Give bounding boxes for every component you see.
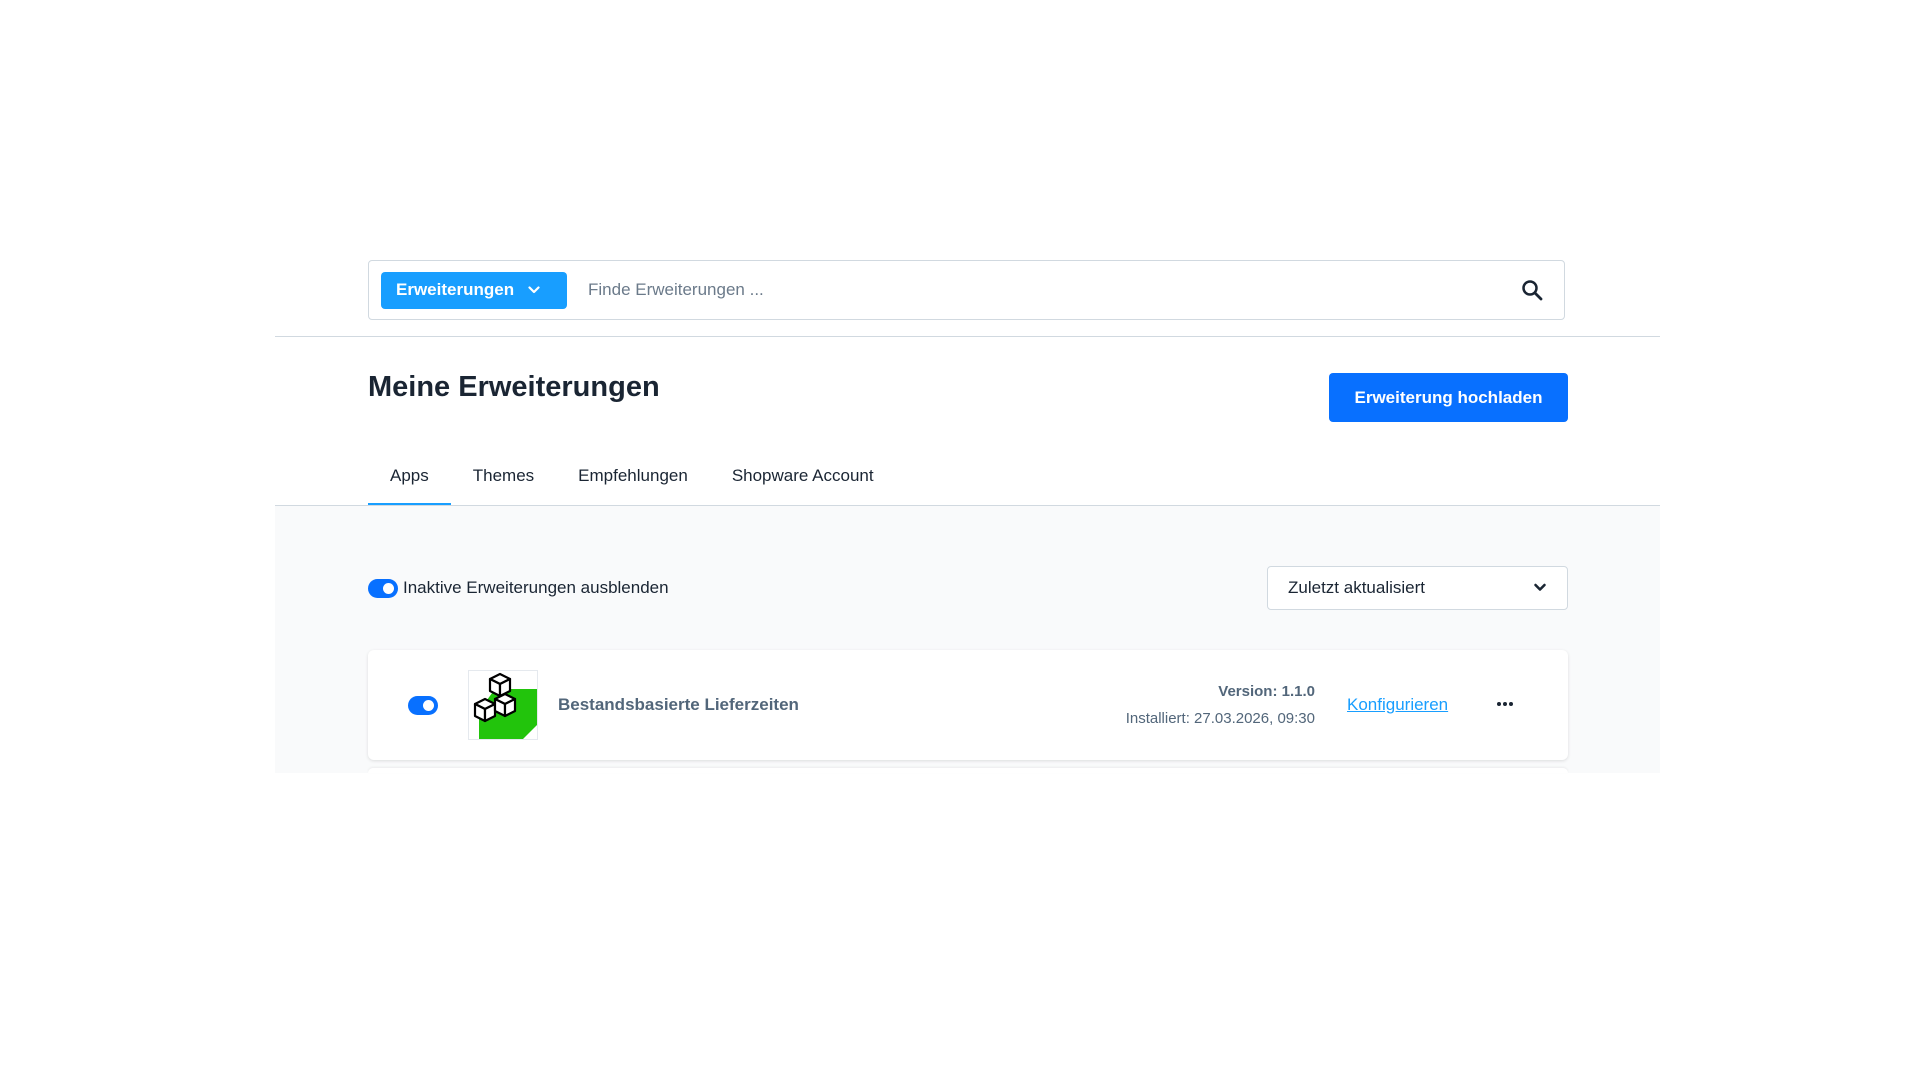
upload-extension-button[interactable]: Erweiterung hochladen (1329, 373, 1568, 422)
hide-inactive-label: Inaktive Erweiterungen ausblenden (403, 578, 669, 597)
extension-active-toggle[interactable] (408, 696, 438, 715)
header-divider (275, 336, 1660, 337)
search-icon[interactable] (1520, 278, 1544, 302)
sort-select-value: Zuletzt aktualisiert (1288, 578, 1425, 597)
hide-inactive-filter: Inaktive Erweiterungen ausblenden (368, 578, 669, 598)
extension-version: Version: 1.1.0 (1218, 683, 1315, 700)
tab-recommendations[interactable]: Empfehlungen (556, 466, 710, 506)
extension-card-partial (368, 768, 1568, 773)
configure-link[interactable]: Konfigurieren (1347, 695, 1448, 715)
tab-themes[interactable]: Themes (451, 466, 556, 506)
extension-type-select-label: Erweiterungen (396, 280, 515, 299)
hide-inactive-toggle[interactable] (368, 578, 398, 598)
extension-name: Bestandsbasierte Lieferzeiten (558, 695, 799, 714)
extension-type-select[interactable]: Erweiterungen (381, 271, 567, 309)
search-bar: Erweiterungen (368, 260, 1565, 320)
tab-shopware-account[interactable]: Shopware Account (710, 466, 896, 506)
extension-installed-date: Installiert: 27.03.2026, 09:30 (1125, 710, 1315, 727)
search-input[interactable] (586, 269, 1520, 311)
tab-bar: Apps Themes Empfehlungen Shopware Accoun… (368, 466, 896, 506)
chevron-down-icon (1533, 580, 1547, 594)
tab-apps[interactable]: Apps (368, 466, 451, 506)
sort-select[interactable]: Zuletzt aktualisiert (1267, 566, 1568, 610)
chevron-down-icon (528, 286, 540, 294)
page-title: Meine Erweiterungen (368, 371, 660, 403)
extension-card: Bestandsbasierte Lieferzeiten Version: 1… (368, 650, 1568, 760)
extension-meta: Version: 1.1.0 Installiert: 27.03.2026, … (1126, 682, 1315, 729)
extensions-page: Erweiterungen Meine Erweiterungen Erweit… (275, 0, 1660, 773)
more-options-icon[interactable] (1494, 694, 1516, 714)
extension-list-area: Inaktive Erweiterungen ausblenden Zuletz… (275, 506, 1660, 773)
boxes-icon (468, 670, 538, 740)
